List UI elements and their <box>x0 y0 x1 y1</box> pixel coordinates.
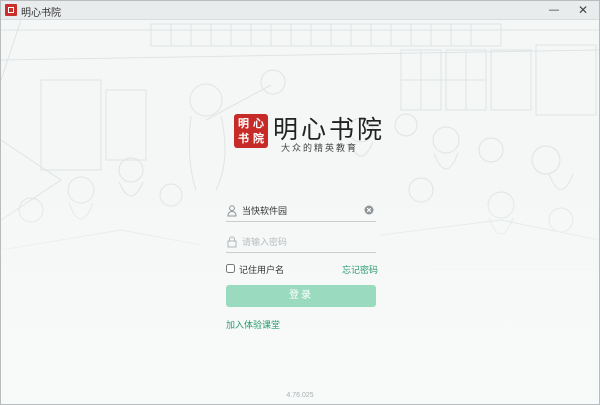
remember-username-label[interactable]: 记住用户名 <box>239 263 284 276</box>
close-button[interactable]: ✕ <box>572 1 594 19</box>
version-label: 4.76.025 <box>286 392 314 399</box>
app-window: 明心书院 — ✕ 明 心 书 院 明心书院 大众的精英教育 当快软件园 记住用户… <box>0 0 600 405</box>
username-field[interactable] <box>226 201 376 222</box>
app-icon <box>5 4 17 16</box>
remember-username-checkbox[interactable] <box>226 264 235 273</box>
brand-seal-logo: 明 心 书 院 <box>234 114 268 148</box>
password-field[interactable] <box>226 232 376 253</box>
login-button[interactable]: 登录 <box>226 285 376 307</box>
lock-icon <box>227 236 237 248</box>
window-title: 明心书院 <box>21 8 61 19</box>
join-trial-class-link[interactable]: 加入体验课堂 <box>226 318 280 331</box>
title-bar: 明心书院 — ✕ <box>1 1 599 20</box>
username-input[interactable] <box>242 202 360 219</box>
user-icon <box>227 205 237 217</box>
clear-circle-icon[interactable] <box>364 205 374 215</box>
minimize-button[interactable]: — <box>543 1 565 19</box>
brand-slogan: 大众的精英教育 <box>281 144 359 154</box>
forgot-password-link[interactable]: 忘记密码 <box>342 263 378 276</box>
password-input[interactable] <box>242 233 360 250</box>
